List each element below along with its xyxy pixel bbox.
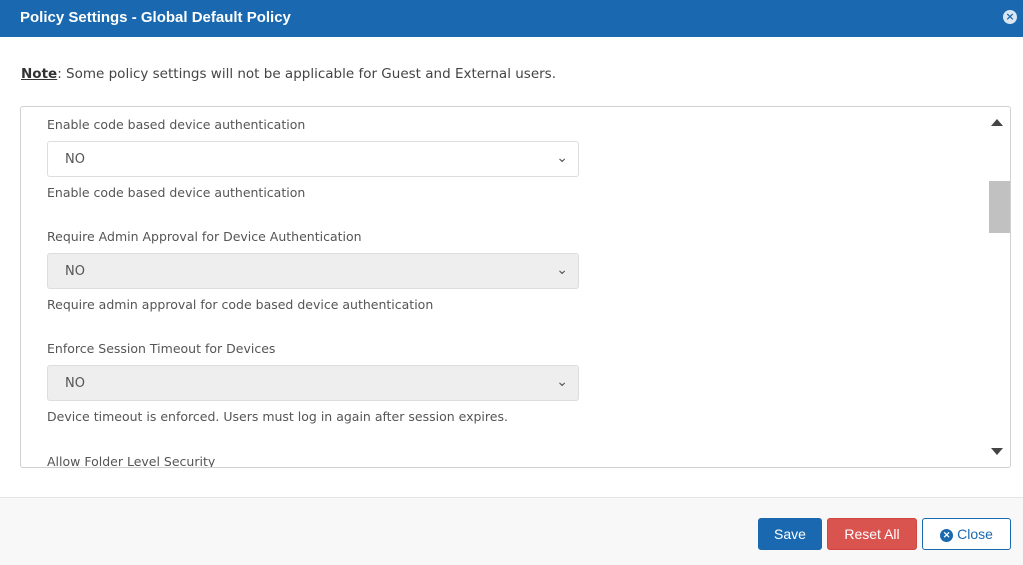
dialog-footer: Save Reset All ✕ Close xyxy=(0,497,1023,565)
close-circle-icon: ✕ xyxy=(940,529,954,542)
settings-panel: Enable code based device authentication … xyxy=(20,106,1011,468)
select-value: NO xyxy=(65,264,85,279)
close-label: Close xyxy=(957,526,993,542)
chevron-down-icon: ⌄ xyxy=(556,374,568,390)
close-button[interactable]: ✕ Close xyxy=(922,518,1011,550)
field-help: Require admin approval for code based de… xyxy=(47,297,434,312)
scroll-up-icon[interactable] xyxy=(991,119,1003,126)
field-label: Require Admin Approval for Device Authen… xyxy=(47,229,362,244)
scroll-down-icon[interactable] xyxy=(991,448,1003,455)
session-timeout-select[interactable]: NO ⌄ xyxy=(47,365,579,401)
code-auth-select[interactable]: NO ⌄ xyxy=(47,141,579,177)
dialog-header: Policy Settings - Global Default Policy … xyxy=(0,0,1023,37)
dialog-title: Policy Settings - Global Default Policy xyxy=(20,9,291,26)
close-icon[interactable]: × xyxy=(1003,10,1017,24)
chevron-down-icon: ⌄ xyxy=(556,150,568,166)
chevron-down-icon: ⌄ xyxy=(556,262,568,278)
select-value: NO xyxy=(65,376,85,391)
field-admin-approval: Require Admin Approval for Device Authen… xyxy=(47,229,579,312)
field-help: Enable code based device authentication xyxy=(47,185,306,200)
scrollbar-thumb[interactable] xyxy=(989,181,1010,233)
admin-approval-select[interactable]: NO ⌄ xyxy=(47,253,579,289)
field-help: Device timeout is enforced. Users must l… xyxy=(47,409,508,424)
field-folder-security: Allow Folder Level Security xyxy=(47,454,216,468)
reset-all-button[interactable]: Reset All xyxy=(827,518,917,550)
field-code-auth: Enable code based device authentication … xyxy=(47,117,579,200)
field-label: Enable code based device authentication xyxy=(47,117,306,132)
scrollbar[interactable] xyxy=(982,107,1010,467)
note-text: Some policy settings will not be applica… xyxy=(61,66,557,82)
field-session-timeout: Enforce Session Timeout for Devices NO ⌄ … xyxy=(47,341,579,424)
field-label: Allow Folder Level Security xyxy=(47,454,216,468)
note: Note: Some policy settings will not be a… xyxy=(21,66,557,82)
field-label: Enforce Session Timeout for Devices xyxy=(47,341,276,356)
select-value: NO xyxy=(65,152,85,167)
save-button[interactable]: Save xyxy=(758,518,822,550)
note-label: Note xyxy=(21,66,58,82)
